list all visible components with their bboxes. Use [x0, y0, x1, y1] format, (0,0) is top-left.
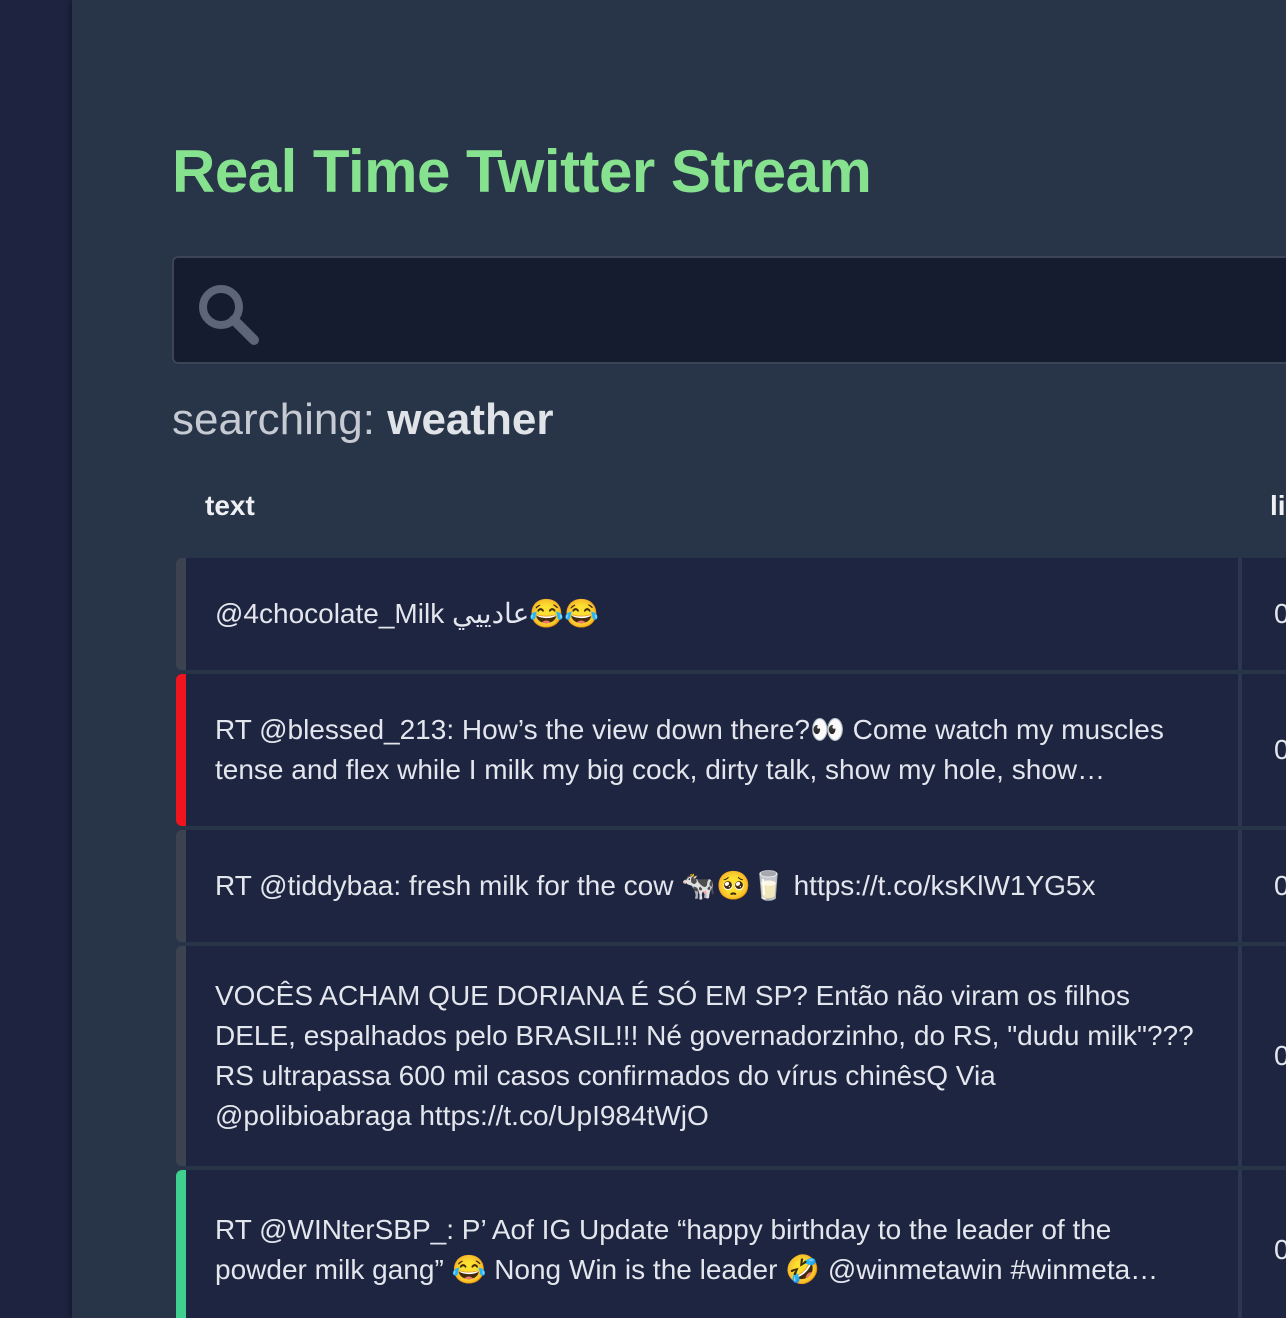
table-row[interactable]: RT @tiddybaa: fresh milk for the cow 🐄🥺🥛…	[176, 830, 1286, 942]
tweet-likes: 0	[1274, 734, 1286, 765]
tweet-text: RT @WINterSBP_: P’ Aof IG Update “happy …	[215, 1214, 1159, 1285]
column-divider	[1238, 674, 1242, 826]
page-title: Real Time Twitter Stream	[172, 138, 872, 205]
tweet-text: @4chocolate_Milk عادييي😂😂	[215, 598, 600, 629]
table-row[interactable]: VOCÊS ACHAM QUE DORIANA É SÓ EM SP? Entã…	[176, 946, 1286, 1166]
tweet-likes: 0	[1274, 598, 1286, 629]
search-status-term: weather	[387, 395, 554, 444]
tweet-likes: 0	[1274, 870, 1286, 901]
table-row[interactable]: RT @blessed_213: How’s the view down the…	[176, 674, 1286, 826]
tweet-likes: 0	[1274, 1040, 1286, 1071]
search-status-prefix: searching:	[172, 395, 388, 444]
column-header-text[interactable]: text	[205, 484, 255, 528]
column-header-likes[interactable]: li	[1270, 484, 1286, 528]
search-icon	[199, 285, 259, 345]
tweet-text: RT @blessed_213: How’s the view down the…	[215, 714, 1164, 785]
search-input[interactable]	[274, 278, 1278, 346]
tweet-text: VOCÊS ACHAM QUE DORIANA É SÓ EM SP? Entã…	[215, 980, 1194, 1131]
tweet-likes: 0	[1274, 1234, 1286, 1265]
main-panel: Real Time Twitter Stream searching: weat…	[72, 0, 1286, 1318]
column-divider	[1238, 1170, 1242, 1318]
table-row[interactable]: RT @WINterSBP_: P’ Aof IG Update “happy …	[176, 1170, 1286, 1318]
column-divider	[1238, 558, 1242, 670]
column-divider	[1238, 830, 1242, 942]
search-box[interactable]	[172, 256, 1286, 364]
column-divider	[1238, 946, 1242, 1166]
search-status: searching: weather	[172, 390, 554, 450]
tweet-text: RT @tiddybaa: fresh milk for the cow 🐄🥺🥛…	[215, 870, 1096, 901]
table-row[interactable]: @4chocolate_Milk عادييي😂😂 0	[176, 558, 1286, 670]
